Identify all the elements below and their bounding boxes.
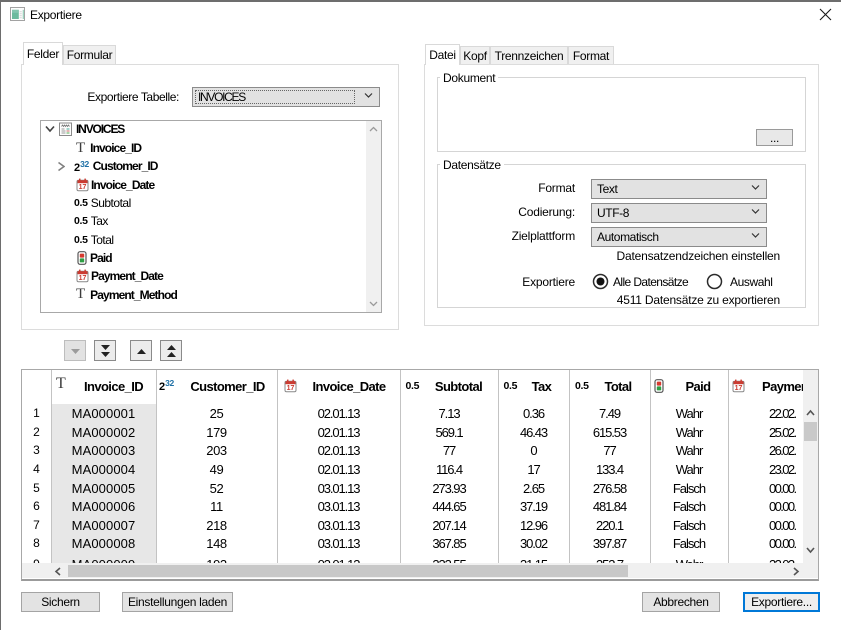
svg-text:17: 17 — [735, 385, 743, 392]
svg-text:17: 17 — [79, 275, 87, 282]
svg-text:17: 17 — [79, 184, 87, 191]
svg-text:17: 17 — [287, 385, 295, 392]
